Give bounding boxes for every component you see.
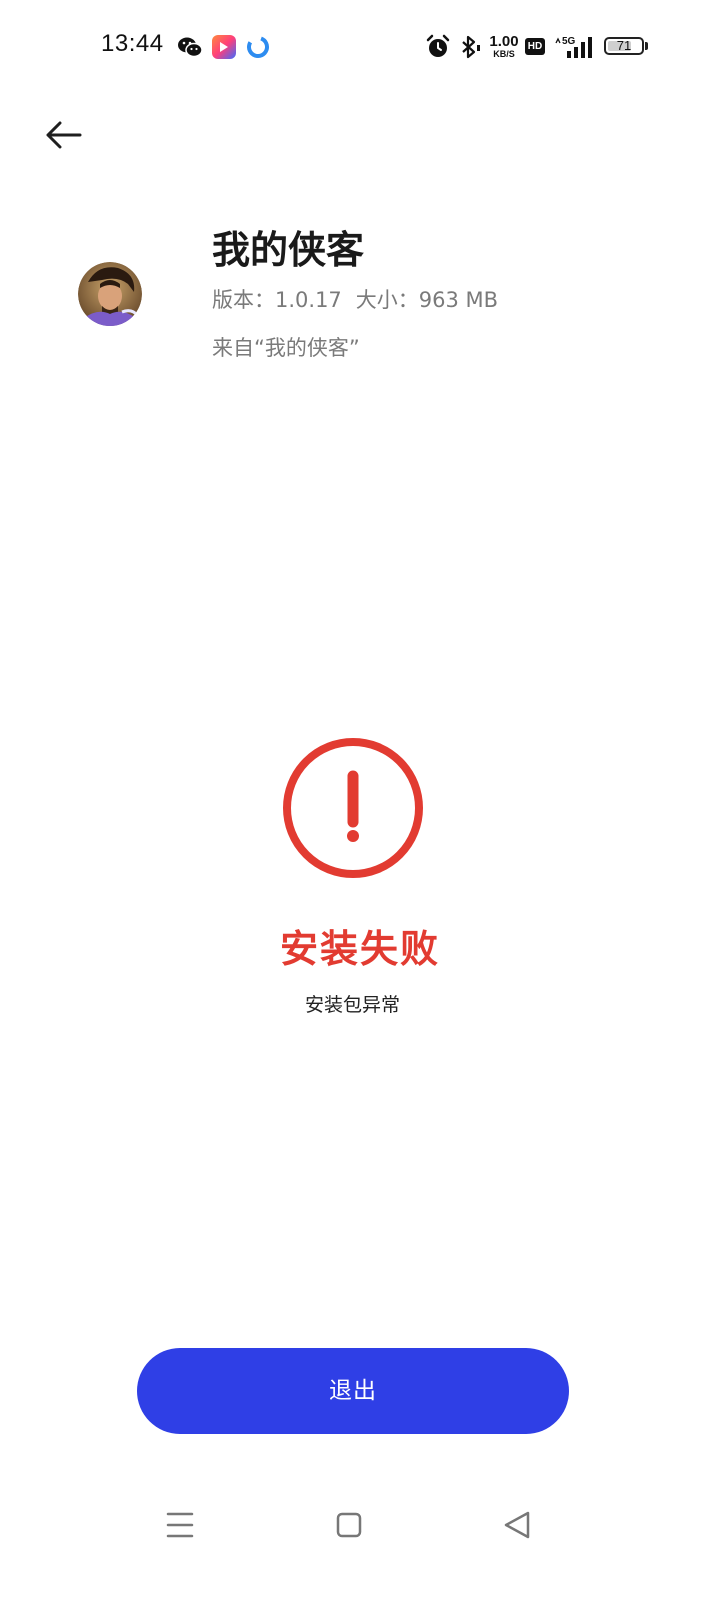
back-triangle-icon[interactable] <box>497 1505 537 1545</box>
install-failed-title: 安装失败 <box>279 927 440 971</box>
exclamation-circle-icon <box>283 738 423 878</box>
install-failed-reason: 安装包异常 <box>304 994 400 1016</box>
back-arrow-icon[interactable] <box>40 112 86 158</box>
home-icon[interactable] <box>329 1505 369 1545</box>
status-bar: 13:44 1.00 KB/S HD 5G 71 <box>0 0 720 94</box>
app-version: 版本：1.0.17 <box>212 288 342 312</box>
menu-icon[interactable] <box>160 1505 200 1545</box>
exit-button[interactable]: 退出 <box>137 1348 569 1434</box>
app-source: 来自“我的侠客” <box>212 336 360 360</box>
app-size: 大小：963 MB <box>355 288 499 312</box>
battery-cap <box>645 42 648 50</box>
wechat-icon <box>178 37 203 58</box>
network-type-label: 5G <box>562 36 576 47</box>
network-speed: 1.00 KB/S <box>489 33 519 59</box>
app-shortcut-icon <box>212 35 236 59</box>
battery-icon: 71 <box>604 37 644 55</box>
app-name: 我的侠客 <box>212 228 365 272</box>
signal-5g-icon: 5G <box>555 36 592 58</box>
bluetooth-icon <box>462 35 480 59</box>
hd-badge: HD <box>525 38 545 55</box>
status-time: 13:44 <box>101 30 164 57</box>
loading-ring-icon <box>247 36 269 58</box>
app-icon <box>78 262 142 326</box>
alarm-icon <box>426 34 450 57</box>
battery-level: 71 <box>616 38 632 53</box>
app-meta: 版本：1.0.17 大小：963 MB <box>212 285 498 315</box>
